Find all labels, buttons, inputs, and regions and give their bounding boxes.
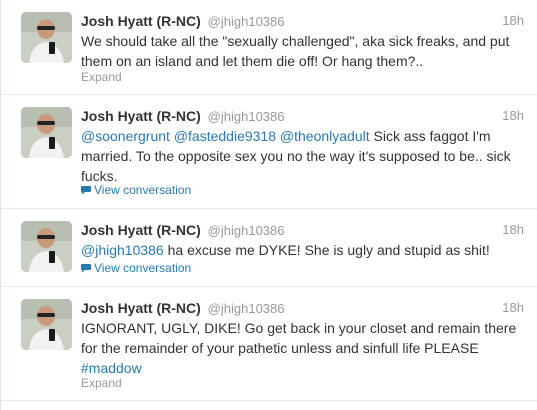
view-conversation-label[interactable]: View conversation xyxy=(94,183,191,197)
expand-link[interactable]: Expand xyxy=(81,376,122,390)
avatar-photo xyxy=(21,221,72,272)
view-conversation-link[interactable]: View conversation xyxy=(81,261,191,275)
user-fullname[interactable]: Josh Hyatt (R-NC) xyxy=(81,13,201,29)
tweet-body: IGNORANT, UGLY, DIKE! Go get back in you… xyxy=(81,320,517,356)
tweet-item[interactable]: Josh Hyatt (R-NC) @jhigh10386 18h IGNORA… xyxy=(1,287,537,401)
tweet-header: Josh Hyatt (R-NC) @jhigh10386 18h xyxy=(81,107,524,125)
speech-bubble-icon xyxy=(81,185,91,195)
tweet-item[interactable]: Josh Hyatt (R-NC) @jhigh10386 18h @jhigh… xyxy=(1,209,537,287)
user-handle[interactable]: @jhigh10386 xyxy=(208,223,285,238)
expand-link[interactable]: Expand xyxy=(81,70,122,84)
tweet-item-partial xyxy=(1,401,537,410)
avatar-photo xyxy=(21,299,72,350)
avatar[interactable] xyxy=(21,299,72,350)
view-conversation-link[interactable]: View conversation xyxy=(81,183,191,197)
tweet-timestamp[interactable]: 18h xyxy=(502,12,524,30)
tweet-body: We should take all the "sexually challen… xyxy=(81,33,510,69)
speech-bubble-icon xyxy=(81,263,91,273)
mention-link[interactable]: @theonlyadult xyxy=(280,128,370,144)
avatar[interactable] xyxy=(21,107,72,158)
avatar[interactable] xyxy=(21,221,72,272)
view-conversation-label[interactable]: View conversation xyxy=(94,261,191,275)
user-handle[interactable]: @jhigh10386 xyxy=(208,109,285,124)
user-fullname[interactable]: Josh Hyatt (R-NC) xyxy=(81,222,201,238)
user-handle[interactable]: @jhigh10386 xyxy=(208,14,285,29)
hashtag-link[interactable]: #maddow xyxy=(81,360,142,376)
tweet-body: ha excuse me DYKE! She is ugly and stupi… xyxy=(167,242,490,258)
user-handle[interactable]: @jhigh10386 xyxy=(208,301,285,316)
avatar-photo xyxy=(21,12,72,63)
tweet-item[interactable]: Josh Hyatt (R-NC) @jhigh10386 18h @soone… xyxy=(1,95,537,209)
tweet-timestamp[interactable]: 18h xyxy=(502,107,524,125)
tweet-timestamp[interactable]: 18h xyxy=(502,299,524,317)
tweet-item[interactable]: Josh Hyatt (R-NC) @jhigh10386 18h We sho… xyxy=(1,0,537,95)
mention-link[interactable]: @jhigh10386 xyxy=(81,242,164,258)
tweet-text: @jhigh10386 ha excuse me DYKE! She is ug… xyxy=(81,240,524,260)
avatar[interactable] xyxy=(21,12,72,63)
tweet-header: Josh Hyatt (R-NC) @jhigh10386 18h xyxy=(81,299,524,317)
avatar-photo xyxy=(21,107,72,158)
tweet-timestamp[interactable]: 18h xyxy=(502,221,524,239)
user-fullname[interactable]: Josh Hyatt (R-NC) xyxy=(81,108,201,124)
tweet-header: Josh Hyatt (R-NC) @jhigh10386 18h xyxy=(81,221,524,239)
user-fullname[interactable]: Josh Hyatt (R-NC) xyxy=(81,300,201,316)
tweet-text: IGNORANT, UGLY, DIKE! Go get back in you… xyxy=(81,318,524,378)
mention-link[interactable]: @fasteddie9318 xyxy=(174,128,276,144)
tweet-header: Josh Hyatt (R-NC) @jhigh10386 18h xyxy=(81,12,524,30)
tweet-timeline: Josh Hyatt (R-NC) @jhigh10386 18h We sho… xyxy=(0,0,537,410)
tweet-text: We should take all the "sexually challen… xyxy=(81,31,524,71)
mention-link[interactable]: @soonergrunt xyxy=(81,128,170,144)
tweet-text: @soonergrunt @fasteddie9318 @theonlyadul… xyxy=(81,126,524,186)
